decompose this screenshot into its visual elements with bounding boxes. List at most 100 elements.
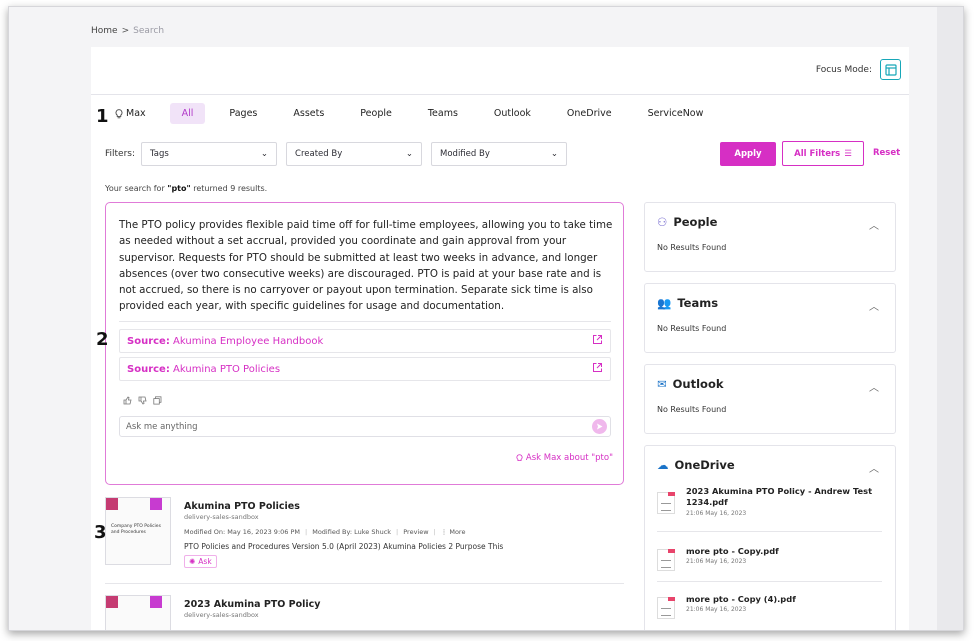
external-link-icon[interactable] <box>592 334 603 348</box>
send-button[interactable] <box>592 419 607 434</box>
file-type-badge <box>106 498 118 510</box>
teams-card-header[interactable]: 👥 Teams <box>657 296 718 310</box>
ask-max-link[interactable]: Ask Max about "pto" <box>516 453 613 463</box>
scroll-gutter <box>937 7 963 630</box>
pdf-file-icon <box>657 597 675 619</box>
result-count-suffix: returned 9 results. <box>190 184 268 193</box>
copy-icon[interactable] <box>153 396 162 405</box>
result-site: delivery-sales-sandbox <box>184 513 259 521</box>
outlook-icon: ✉ <box>657 377 667 391</box>
thumbs-down-icon[interactable] <box>138 396 147 405</box>
result-title[interactable]: Akumina PTO Policies <box>184 501 300 512</box>
no-results-text: No Results Found <box>657 243 727 252</box>
result-title[interactable]: 2023 Akumina PTO Policy <box>184 599 320 610</box>
result-count: Your search for "pto" returned 9 results… <box>105 184 267 193</box>
ask-input[interactable]: Ask me anything <box>119 416 611 437</box>
onedrive-file[interactable]: more pto - Copy (4).pdf 21:06 May 16, 20… <box>657 591 882 621</box>
source-prefix: Source: <box>127 335 170 347</box>
ask-label: Ask <box>198 557 212 566</box>
divider <box>105 583 624 584</box>
chevron-down-icon: ⌄ <box>550 149 559 159</box>
thumbs-up-icon[interactable] <box>123 396 132 405</box>
onedrive-icon: ☁ <box>657 458 669 472</box>
created-by-dropdown[interactable]: Created By ⌄ <box>286 142 423 166</box>
source-link[interactable]: Source: Akumina PTO Policies <box>119 357 611 381</box>
focus-mode-label: Focus Mode: <box>815 64 872 75</box>
tab-teams[interactable]: Teams <box>416 103 470 124</box>
chevron-up-icon[interactable]: ︿ <box>869 379 879 394</box>
lightbulb-icon <box>516 453 523 461</box>
search-panel: Focus Mode: Max All Pages Assets People … <box>91 47 909 630</box>
file-date: 21:06 May 16, 2023 <box>686 510 747 517</box>
tab-max[interactable]: Max <box>111 103 158 124</box>
divider <box>657 581 882 582</box>
teams-card-title: Teams <box>677 296 719 310</box>
file-name: 2023 Akumina PTO Policy - Andrew Test 12… <box>686 486 873 507</box>
focus-mode: Focus Mode: <box>816 59 901 80</box>
thumbnail-text: Company PTO Policies and Procedures <box>111 524 161 535</box>
annotation-number: 3 <box>94 522 107 543</box>
tags-dropdown-value: Tags <box>150 149 169 159</box>
modified-on: Modified On: May 16, 2023 9:06 PM <box>184 528 301 536</box>
onedrive-file[interactable]: 2023 Akumina PTO Policy - Andrew Test 12… <box>657 486 882 526</box>
people-card-title: People <box>673 215 718 229</box>
outlook-card-header[interactable]: ✉ Outlook <box>657 377 724 391</box>
tags-dropdown[interactable]: Tags ⌄ <box>141 142 278 166</box>
sliders-icon: ☰ <box>844 148 852 159</box>
tab-all[interactable]: All <box>169 103 206 124</box>
breadcrumb: Home > Search <box>91 26 164 36</box>
outlook-card: ✉ Outlook ︿ No Results Found <box>644 364 896 434</box>
file-date: 21:06 May 16, 2023 <box>686 558 747 565</box>
modified-by-dropdown[interactable]: Modified By ⌄ <box>431 142 568 166</box>
ai-answer-card: The PTO policy provides flexible paid ti… <box>105 202 624 485</box>
tab-outlook[interactable]: Outlook <box>482 103 543 124</box>
focus-mode-button[interactable] <box>880 59 901 80</box>
chevron-up-icon[interactable]: ︿ <box>869 298 879 313</box>
sparkle-icon: ✺ <box>189 557 196 566</box>
source-label: Source: Akumina PTO Policies <box>127 364 280 375</box>
onedrive-file[interactable]: more pto - Copy.pdf 21:06 May 16, 2023 <box>657 543 882 573</box>
people-card: ⚇ People ︿ No Results Found <box>644 202 896 272</box>
result-thumbnail[interactable] <box>105 595 171 630</box>
search-result: Company PTO Policies and Procedures Akum… <box>105 497 624 572</box>
all-filters-button[interactable]: All Filters ☰ <box>782 141 864 166</box>
pdf-file-icon <box>657 549 675 571</box>
reset-link[interactable]: Reset <box>873 148 900 158</box>
teams-card: 👥 Teams ︿ No Results Found <box>644 283 896 353</box>
tab-assets[interactable]: Assets <box>281 103 336 124</box>
ai-answer-text: The PTO policy provides flexible paid ti… <box>119 219 613 313</box>
result-thumbnail[interactable]: Company PTO Policies and Procedures <box>105 497 171 565</box>
chevron-down-icon: ⌄ <box>405 149 414 159</box>
source-title: Akumina Employee Handbook <box>173 335 324 347</box>
file-type-badge <box>106 596 118 608</box>
source-title: Akumina PTO Policies <box>173 363 281 375</box>
breadcrumb-current: Search <box>133 26 165 36</box>
search-result: 2023 Akumina PTO Policy delivery-sales-s… <box>105 595 624 630</box>
annotation-number: 2 <box>96 329 109 350</box>
onedrive-card-header[interactable]: ☁ OneDrive <box>657 458 735 472</box>
source-link[interactable]: Source: Akumina Employee Handbook <box>119 329 611 353</box>
chevron-up-icon[interactable]: ︿ <box>869 460 879 475</box>
send-icon <box>597 423 603 430</box>
outlook-card-title: Outlook <box>672 377 724 391</box>
result-count-prefix: Your search for <box>105 184 168 193</box>
file-name: more pto - Copy (4).pdf <box>686 594 796 604</box>
chevron-up-icon[interactable]: ︿ <box>869 217 879 232</box>
more-icon: ⋮ <box>440 528 448 536</box>
breadcrumb-home[interactable]: Home <box>91 26 118 36</box>
modified-by-dropdown-value: Modified By <box>440 149 490 159</box>
lightbulb-icon <box>115 108 123 118</box>
tab-people[interactable]: People <box>348 103 404 124</box>
people-card-header[interactable]: ⚇ People <box>657 215 717 229</box>
preview-link[interactable]: Preview <box>403 528 428 536</box>
more-label: More <box>449 528 466 536</box>
more-link[interactable]: ⋮ More <box>441 528 466 536</box>
apply-button[interactable]: Apply <box>720 142 776 166</box>
teams-icon: 👥 <box>657 296 672 310</box>
tab-servicenow[interactable]: ServiceNow <box>636 103 716 124</box>
tab-onedrive[interactable]: OneDrive <box>555 103 624 124</box>
external-link-icon[interactable] <box>592 362 603 376</box>
ask-button[interactable]: ✺ Ask <box>184 555 217 568</box>
tab-pages[interactable]: Pages <box>217 103 269 124</box>
no-results-text: No Results Found <box>657 405 727 414</box>
